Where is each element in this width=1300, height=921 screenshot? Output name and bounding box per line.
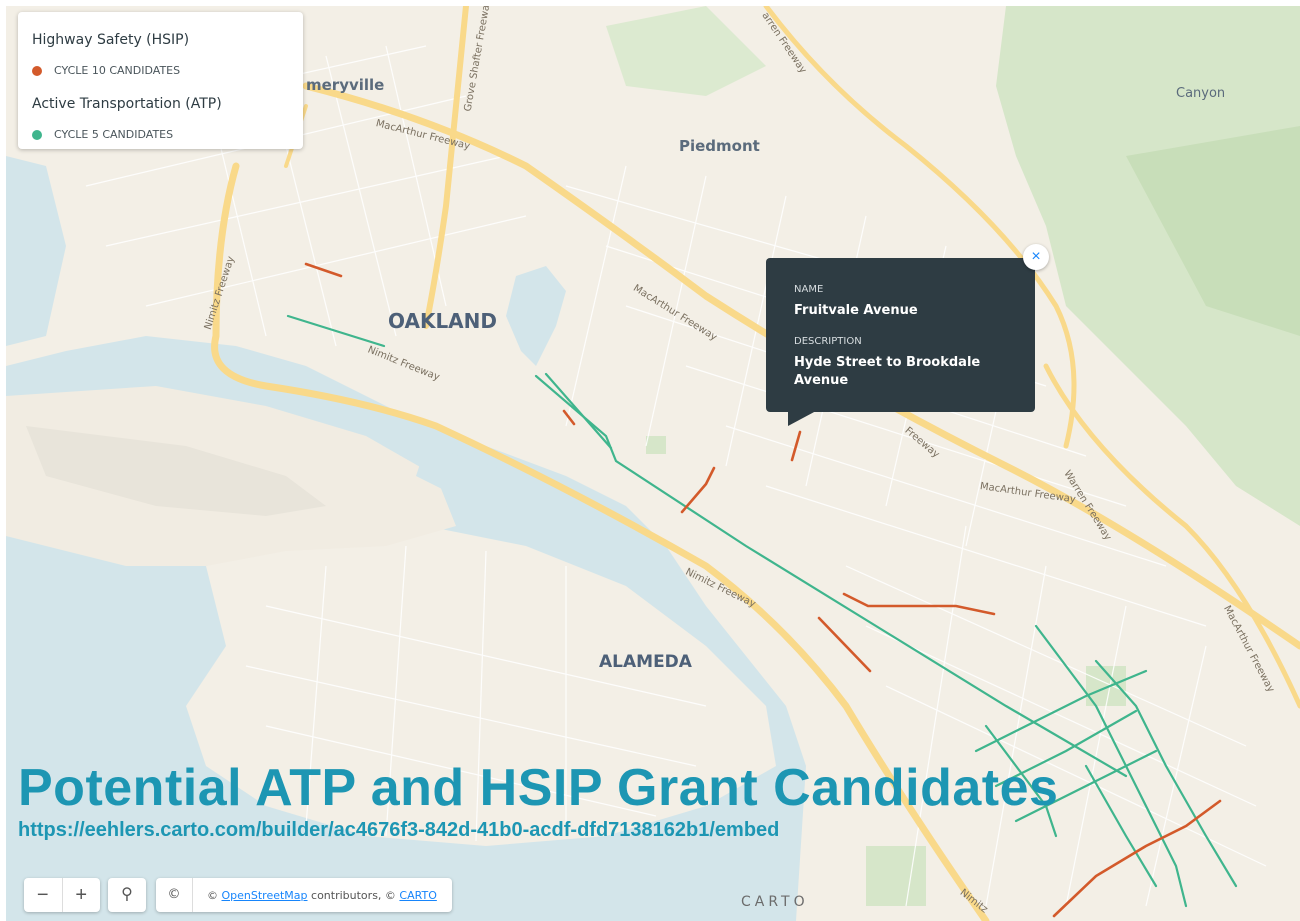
place-label-piedmont: Piedmont xyxy=(679,137,760,155)
carto-link[interactable]: CARTO xyxy=(399,889,436,902)
legend-title-hsip: Highway Safety (HSIP) xyxy=(32,32,190,48)
carto-logo: CARTO xyxy=(741,894,809,910)
zoom-out-button[interactable]: − xyxy=(24,878,62,912)
popup-description-value: Hyde Street to Brookdale Avenue xyxy=(794,355,981,388)
legend-item-label: CYCLE 5 CANDIDATES xyxy=(54,128,174,141)
legend-title-atp: Active Transportation (ATP) xyxy=(32,96,222,112)
park-small xyxy=(646,436,666,454)
attribution-bar: © © OpenStreetMap contributors, © CARTO xyxy=(156,878,452,912)
popup-name-label: NAME xyxy=(794,284,824,295)
place-label-canyon: Canyon xyxy=(1176,86,1226,101)
attribution-text: © OpenStreetMap contributors, © CARTO xyxy=(193,889,437,902)
legend-item-label: CYCLE 10 CANDIDATES xyxy=(54,64,181,77)
popup-name-value: Fruitvale Avenue xyxy=(794,303,918,318)
place-label-alameda: ALAMEDA xyxy=(599,652,692,672)
legend-dot-atp xyxy=(32,129,42,140)
legend-item-hsip: CYCLE 10 CANDIDATES xyxy=(32,64,180,77)
search-button[interactable]: ⚲ xyxy=(108,878,146,912)
overlay-title: Potential ATP and HSIP Grant Candidates xyxy=(18,759,1059,817)
close-icon[interactable]: × xyxy=(1023,244,1049,270)
zoom-in-button[interactable]: + xyxy=(61,878,101,912)
popup-description-label: DESCRIPTION xyxy=(794,336,862,347)
place-label-oakland: OAKLAND xyxy=(388,309,498,333)
legend-dot-hsip xyxy=(32,65,42,76)
openstreetmap-link[interactable]: OpenStreetMap xyxy=(222,889,308,902)
attribution-toggle-button[interactable]: © xyxy=(156,878,193,912)
feature-popup: × NAME Fruitvale Avenue DESCRIPTION Hyde… xyxy=(766,244,1049,426)
park-small xyxy=(1086,666,1126,706)
place-label-emeryville: meryville xyxy=(306,76,385,94)
popup-pointer xyxy=(788,411,816,426)
overlay-url: https://eehlers.carto.com/builder/ac4676… xyxy=(18,819,780,841)
search-icon: ⚲ xyxy=(121,886,133,903)
legend-item-atp: CYCLE 5 CANDIDATES xyxy=(32,128,173,141)
attribution-middle: contributors, © xyxy=(307,888,400,902)
zoom-control: − + xyxy=(24,878,100,912)
attribution-prefix: © xyxy=(207,888,222,902)
legend-panel: Highway Safety (HSIP) CYCLE 10 CANDIDATE… xyxy=(18,12,303,149)
park-small xyxy=(866,846,926,906)
